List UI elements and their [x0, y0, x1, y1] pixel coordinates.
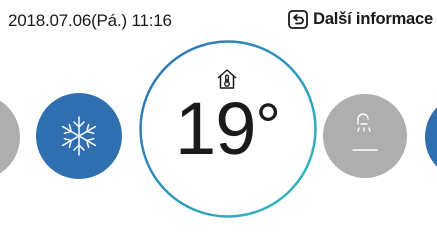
- status-bar: 2018.07.06(Pá.) 11:16 Další informace: [0, 0, 437, 40]
- cooling-mode-button[interactable]: [36, 93, 122, 179]
- temperature-display: 19°: [139, 92, 317, 166]
- temperature-dial[interactable]: 19°: [139, 40, 317, 218]
- date-time: 2018.07.06(Pá.) 11:16: [8, 11, 172, 30]
- snowflake-icon: [61, 116, 97, 156]
- more-info-button[interactable]: Další informace: [288, 10, 433, 29]
- return-icon: [288, 10, 309, 29]
- next-mode-button[interactable]: [425, 94, 437, 180]
- main-screen: 2018.07.06(Pá.) 11:16 Další informace 19…: [0, 0, 437, 251]
- previous-mode-button[interactable]: [0, 94, 20, 180]
- hot-water-mode-button[interactable]: [323, 94, 407, 178]
- temperature-unit: °: [255, 90, 281, 162]
- shower-icon: [352, 113, 378, 151]
- temperature-value: 19: [175, 87, 256, 170]
- more-info-label: Další informace: [313, 10, 433, 28]
